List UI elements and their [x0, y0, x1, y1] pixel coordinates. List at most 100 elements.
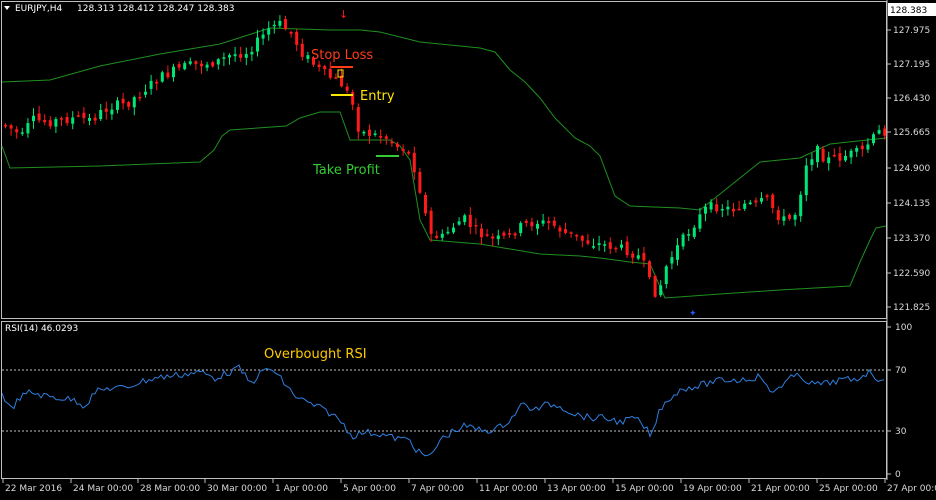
- bear-candle: [127, 101, 131, 107]
- bull-candle: [793, 214, 797, 220]
- bear-candle: [732, 208, 735, 212]
- bear-candle: [586, 240, 590, 244]
- bear-candle: [76, 115, 80, 117]
- bear-candle: [284, 19, 287, 30]
- bull-candle: [362, 131, 366, 134]
- bear-candle: [177, 64, 181, 68]
- bear-candle: [334, 77, 338, 79]
- price-tick-label: 125.665: [893, 128, 930, 138]
- bear-candle: [558, 227, 562, 232]
- rsi-panel-frame: [1, 321, 887, 479]
- bear-candle: [384, 136, 388, 139]
- bear-candle: [513, 233, 517, 236]
- price-tick-label: 124.135: [893, 199, 930, 209]
- bear-candle: [155, 81, 159, 84]
- bull-candle: [541, 220, 545, 224]
- bull-candle: [748, 202, 752, 205]
- bear-candle: [37, 113, 41, 121]
- bear-candle: [435, 235, 439, 238]
- time-tick-label: 22 Mar 2016: [5, 484, 62, 494]
- bull-candle: [222, 57, 226, 59]
- bull-candle: [636, 255, 640, 259]
- bull-candle: [597, 243, 601, 245]
- price-tick-label: 127.195: [893, 60, 930, 70]
- bear-candle: [9, 125, 13, 129]
- bear-candle: [239, 54, 243, 58]
- bear-candle: [468, 214, 472, 228]
- take-profit-label: Take Profit: [312, 163, 380, 178]
- bull-candle: [804, 165, 808, 196]
- bull-candle: [670, 257, 674, 264]
- bear-candle: [474, 225, 478, 227]
- bear-candle: [648, 261, 651, 278]
- bull-candle: [681, 234, 685, 247]
- bear-candle: [418, 171, 422, 193]
- bull-candle: [519, 223, 523, 234]
- current-price-label: 128.383: [890, 6, 927, 16]
- bear-candle: [138, 96, 142, 99]
- time-tick-label: 15 Apr 00:00: [615, 484, 674, 494]
- bear-candle: [883, 128, 887, 136]
- bear-candle: [860, 145, 864, 150]
- price-tick-label: 126.430: [893, 94, 930, 104]
- bull-candle: [26, 123, 30, 134]
- bear-candle: [491, 236, 495, 239]
- bull-candle: [816, 146, 819, 163]
- price-tick-label: 121.825: [893, 303, 930, 313]
- bull-candle: [261, 34, 265, 39]
- bull-candle: [844, 155, 847, 161]
- bull-candle: [267, 28, 271, 35]
- bull-candle: [250, 51, 254, 55]
- bull-candle: [116, 100, 119, 110]
- entry-label: Entry: [360, 89, 395, 104]
- time-tick-label: 19 Apr 00:00: [683, 484, 742, 494]
- bull-candle: [877, 130, 881, 134]
- bull-candle: [132, 97, 136, 108]
- bull-candle: [687, 234, 691, 236]
- bull-candle: [592, 246, 595, 248]
- bull-candle: [664, 266, 668, 284]
- bear-candle: [328, 68, 332, 78]
- time-tick-label: 13 Apr 00:00: [547, 484, 606, 494]
- channel-upper-line: [1, 27, 887, 211]
- bear-candle: [429, 210, 433, 234]
- bear-candle: [631, 253, 635, 258]
- bull-candle: [183, 63, 187, 70]
- bull-candle: [88, 117, 91, 121]
- time-tick-label: 24 Mar 00:00: [73, 484, 133, 494]
- bear-candle: [608, 242, 612, 249]
- bull-candle: [810, 159, 814, 165]
- time-tick-label: 25 Apr 00:00: [819, 484, 878, 494]
- bull-candle: [457, 221, 461, 225]
- bear-candle: [715, 204, 719, 212]
- chart-window[interactable]: EURJPY,H4 128.313 128.412 128.247 128.38…: [0, 0, 936, 496]
- time-tick-label: 27 Apr 00:00: [887, 484, 936, 494]
- bear-candle: [390, 141, 394, 144]
- bull-candle: [799, 194, 803, 217]
- bull-candle: [692, 227, 696, 237]
- bear-candle: [211, 62, 215, 67]
- symbol-label: EURJPY,H4: [15, 4, 63, 14]
- bear-candle: [295, 31, 299, 45]
- channel-lower-line: [1, 111, 887, 299]
- bear-candle: [323, 66, 327, 70]
- rsi-tick-label: 100: [895, 323, 912, 333]
- bear-candle: [524, 220, 528, 224]
- candlestick-series: [4, 15, 887, 298]
- time-tick-label: 21 Apr 00:00: [751, 484, 810, 494]
- bear-candle: [832, 154, 836, 157]
- bear-candle: [580, 235, 584, 241]
- price-tick-label: 122.590: [893, 269, 930, 279]
- bear-candle: [821, 148, 825, 162]
- bull-candle: [110, 109, 114, 115]
- bull-candle: [536, 223, 539, 229]
- chart-menu-arrow-icon[interactable]: [4, 6, 10, 10]
- stop-loss-label: Stop Loss: [311, 48, 373, 63]
- bear-candle: [838, 153, 842, 161]
- up-arrow-icon: ✦: [689, 309, 697, 319]
- bear-candle: [200, 63, 203, 67]
- bull-candle: [144, 91, 147, 95]
- bear-candle: [575, 235, 579, 237]
- bear-candle: [547, 221, 551, 223]
- bear-candle: [625, 241, 629, 256]
